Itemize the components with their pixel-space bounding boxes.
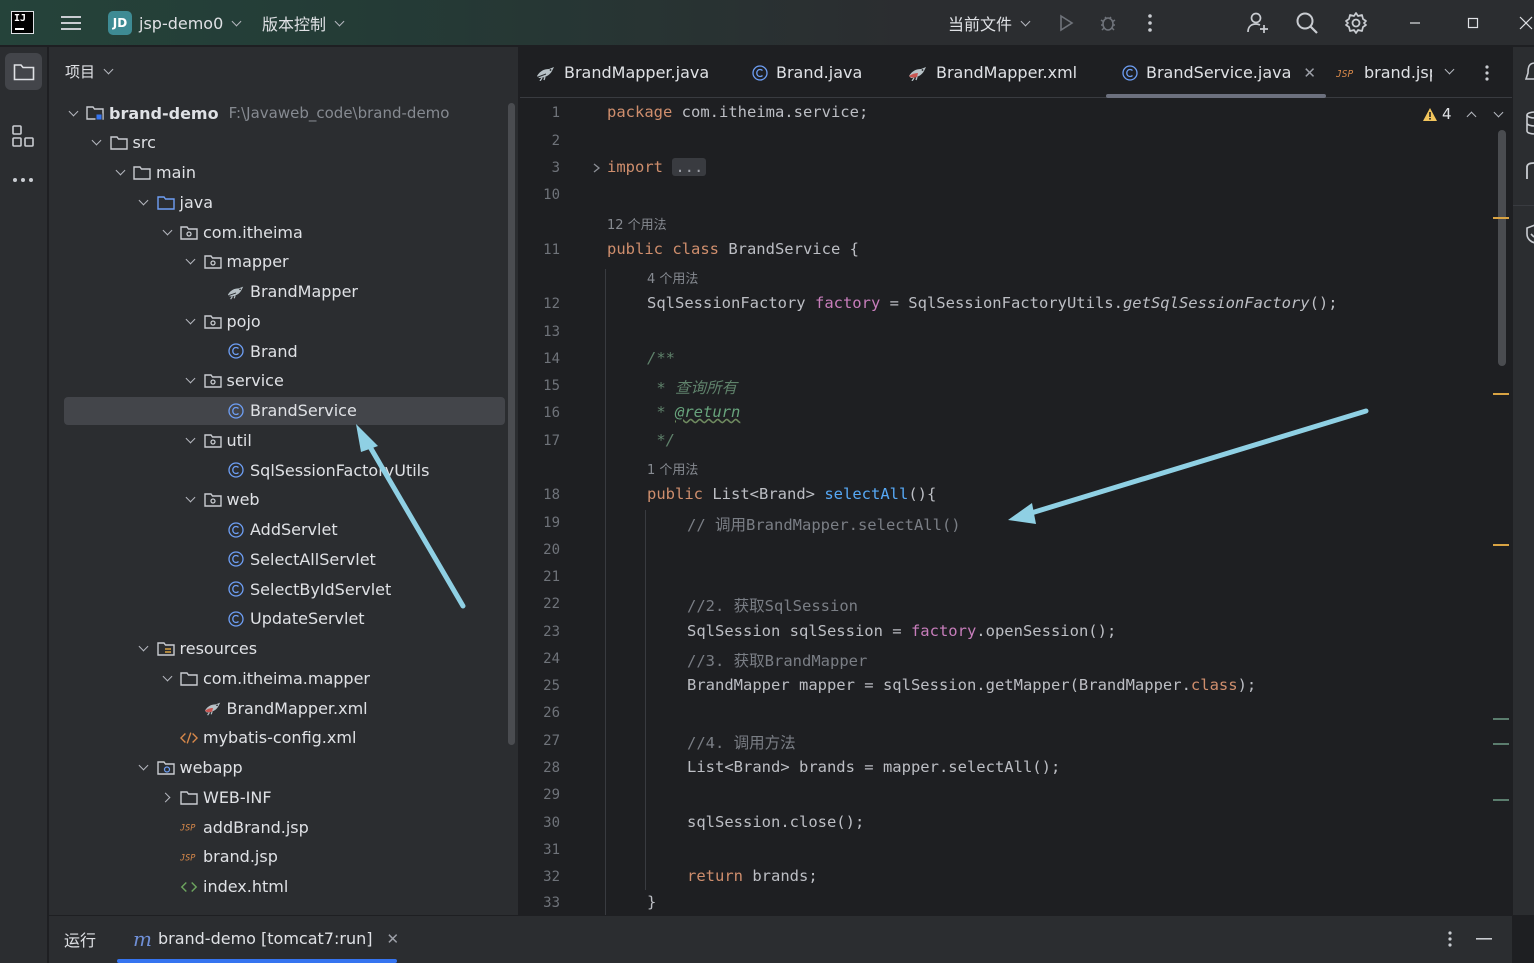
- annotation-arrow: [356, 424, 466, 609]
- annotation-overlay: [356, 408, 1369, 609]
- annotation-arrow: [1008, 408, 1369, 524]
